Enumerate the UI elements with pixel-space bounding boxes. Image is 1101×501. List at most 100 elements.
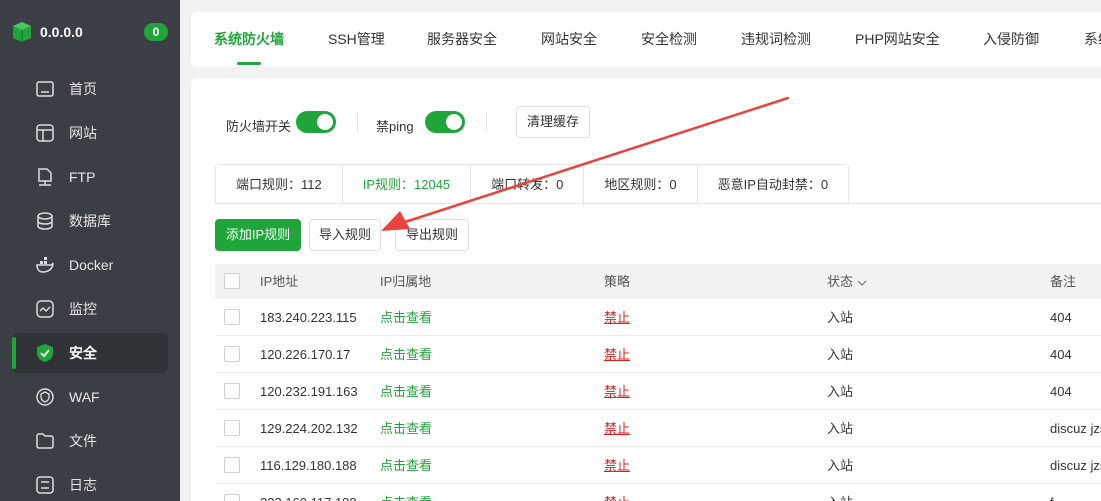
- sidebar-item-label: 网站: [69, 125, 97, 141]
- column-header-remark: 备注: [1050, 274, 1077, 289]
- shield-icon: [34, 342, 56, 364]
- tab-malicious-ip-ban[interactable]: 恶意IP自动封禁：0: [697, 165, 849, 205]
- sidebar-item-label: FTP: [69, 169, 96, 185]
- row-checkbox[interactable]: [224, 457, 240, 473]
- tab-system[interactable]: 系统: [1084, 12, 1101, 67]
- firewall-panel: 防火墙开关 禁ping 清理缓存 端口规则：112 IP规则：12045 端口转…: [191, 78, 1101, 501]
- remark-value: discuz jzs: [1050, 421, 1101, 436]
- remark-value: 404: [1050, 384, 1072, 399]
- divider: [215, 203, 1101, 204]
- export-rules-button[interactable]: 导出规则: [395, 219, 469, 251]
- column-header-ip: IP地址: [260, 274, 299, 289]
- row-checkbox[interactable]: [224, 309, 240, 325]
- row-checkbox[interactable]: [224, 383, 240, 399]
- ping-switch-label: 禁ping: [376, 119, 414, 134]
- sidebar-item-website[interactable]: 网站: [12, 113, 168, 153]
- ip-address: 223.160.117.188: [260, 484, 357, 501]
- sidebar-item-label: 日志: [69, 477, 97, 493]
- table-header: IP地址 IP归属地 策略 状态 备注: [215, 264, 1101, 299]
- select-all-checkbox[interactable]: [224, 273, 240, 289]
- row-checkbox[interactable]: [224, 346, 240, 362]
- ping-toggle[interactable]: [425, 111, 465, 133]
- remark-value: discuz jzs: [1050, 458, 1101, 473]
- policy-deny-link[interactable]: 禁止: [604, 484, 630, 501]
- tab-php-security[interactable]: PHP网站安全: [855, 12, 940, 67]
- sidebar-item-monitor[interactable]: 监控: [12, 289, 168, 329]
- view-location-link[interactable]: 点击查看: [380, 373, 432, 410]
- tab-ip-rules[interactable]: IP规则：12045: [342, 165, 472, 205]
- sidebar-item-files[interactable]: 文件: [12, 421, 168, 461]
- column-header-status-label: 状态: [827, 274, 854, 289]
- database-icon: [34, 210, 56, 232]
- sidebar-item-logs[interactable]: 日志: [12, 465, 168, 501]
- ip-address: 120.232.191.163: [260, 384, 358, 399]
- table-row: 120.232.191.163 点击查看 禁止 入站 404: [215, 373, 1101, 410]
- server-header: 0.0.0.0 0: [0, 0, 180, 64]
- policy-deny-link[interactable]: 禁止: [604, 299, 630, 336]
- sidebar: 0.0.0.0 0 首页 网站 FTP 数据库 Docker 监控 安全 WAF…: [0, 0, 180, 501]
- tab-security-scan[interactable]: 安全检测: [641, 12, 697, 67]
- view-location-link[interactable]: 点击查看: [380, 336, 432, 373]
- tab-region-rules[interactable]: 地区规则：0: [584, 165, 698, 205]
- direction-value: 入站: [827, 310, 854, 325]
- folder-icon: [34, 430, 56, 452]
- remark-value: 404: [1050, 347, 1072, 362]
- divider: [486, 112, 487, 132]
- server-logo-icon: [13, 22, 31, 42]
- ip-address: 183.240.223.115: [260, 310, 357, 325]
- table-row: 116.129.180.188 点击查看 禁止 入站 discuz jzs: [215, 447, 1101, 484]
- ftp-icon: [34, 166, 56, 188]
- firewall-toggle[interactable]: [296, 111, 336, 133]
- direction-value: 入站: [827, 421, 854, 436]
- sidebar-item-docker[interactable]: Docker: [12, 245, 168, 285]
- row-checkbox[interactable]: [224, 494, 240, 501]
- row-checkbox[interactable]: [224, 420, 240, 436]
- table-row: 183.240.223.115 点击查看 禁止 入站 404: [215, 299, 1101, 336]
- view-location-link[interactable]: 点击查看: [380, 299, 432, 336]
- monitor-icon: [34, 298, 56, 320]
- rule-stat-tabs: 端口规则：112 IP规则：12045 端口转发：0 地区规则：0 恶意IP自动…: [215, 164, 850, 205]
- notification-badge[interactable]: 0: [144, 23, 168, 41]
- firewall-switch-label: 防火墙开关: [226, 119, 292, 134]
- table-row: 129.224.202.132 点击查看 禁止 入站 discuz jzs: [215, 410, 1101, 447]
- tab-site-security[interactable]: 网站安全: [541, 12, 597, 67]
- import-rules-button[interactable]: 导入规则: [309, 219, 381, 251]
- direction-value: 入站: [827, 384, 854, 399]
- ip-address: 129.224.202.132: [260, 421, 358, 436]
- add-ip-rule-button[interactable]: 添加IP规则: [215, 219, 301, 251]
- direction-value: 入站: [827, 458, 854, 473]
- sidebar-item-home[interactable]: 首页: [12, 69, 168, 109]
- view-location-link[interactable]: 点击查看: [380, 484, 432, 501]
- view-location-link[interactable]: 点击查看: [380, 410, 432, 447]
- ip-rules-table: IP地址 IP归属地 策略 状态 备注 183.240.223.115 点击查看禁…: [215, 264, 1101, 501]
- view-location-link[interactable]: 点击查看: [380, 447, 432, 484]
- table-row: 223.160.117.188 点击查看 禁止 入站 f: [215, 484, 1101, 501]
- sidebar-item-ftp[interactable]: FTP: [12, 157, 168, 197]
- tab-server-security[interactable]: 服务器安全: [427, 12, 497, 67]
- sidebar-item-label: 监控: [69, 301, 97, 317]
- sidebar-item-waf[interactable]: WAF: [12, 377, 168, 417]
- security-tabs: 系统防火墙 SSH管理 服务器安全 网站安全 安全检测 违规词检测 PHP网站安…: [191, 12, 1101, 67]
- sidebar-item-label: WAF: [69, 389, 100, 405]
- divider: [357, 112, 358, 132]
- policy-deny-link[interactable]: 禁止: [604, 447, 630, 484]
- direction-value: 入站: [827, 484, 853, 501]
- log-icon: [34, 474, 56, 496]
- policy-deny-link[interactable]: 禁止: [604, 410, 630, 447]
- docker-icon: [34, 254, 56, 276]
- tab-intrusion-prevention[interactable]: 入侵防御: [983, 12, 1039, 67]
- tab-port-rules[interactable]: 端口规则：112: [216, 165, 343, 205]
- policy-deny-link[interactable]: 禁止: [604, 373, 630, 410]
- policy-deny-link[interactable]: 禁止: [604, 336, 630, 373]
- tab-system-firewall[interactable]: 系统防火墙: [214, 12, 284, 67]
- sidebar-item-security[interactable]: 安全: [12, 333, 168, 373]
- clear-cache-button[interactable]: 清理缓存: [516, 106, 590, 138]
- home-icon: [34, 78, 56, 100]
- tab-port-forward[interactable]: 端口转发：0: [471, 165, 585, 205]
- tab-banned-words[interactable]: 违规词检测: [741, 12, 811, 67]
- sidebar-item-database[interactable]: 数据库: [12, 201, 168, 241]
- tab-ssh[interactable]: SSH管理: [328, 12, 385, 67]
- sidebar-item-label: Docker: [69, 257, 114, 273]
- column-header-status[interactable]: 状态: [827, 264, 867, 299]
- sidebar-item-label: 文件: [69, 433, 97, 449]
